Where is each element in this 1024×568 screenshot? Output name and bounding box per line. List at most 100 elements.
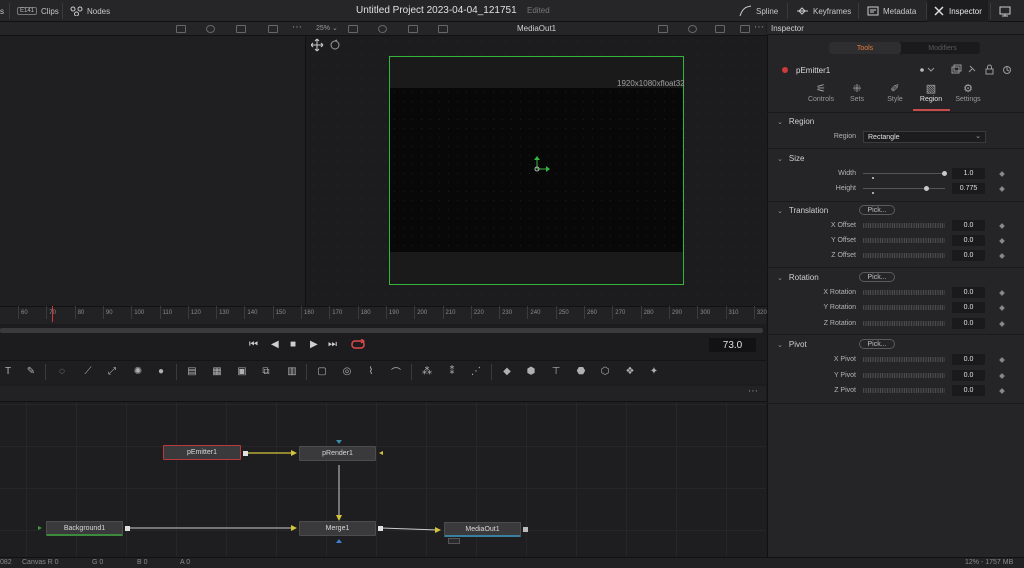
more-icon[interactable]: ⋯ — [748, 387, 759, 397]
shape-3d-icon[interactable]: ⬢ — [524, 365, 538, 377]
reset-icon[interactable] — [330, 39, 340, 50]
view-options-icon[interactable] — [348, 25, 358, 33]
merge-tool-icon[interactable]: ▤ — [185, 365, 199, 377]
lock-icon[interactable] — [985, 64, 994, 75]
fullscreen-button[interactable] — [999, 0, 1011, 22]
color-icon[interactable] — [378, 25, 387, 33]
skip-to-start-icon[interactable]: ⏮ — [249, 339, 258, 350]
z-rotation-value[interactable]: 0.0 — [952, 318, 985, 329]
inspector-button[interactable]: Inspector — [927, 0, 988, 22]
time-scrub-bar[interactable] — [0, 328, 763, 333]
subtab-controls[interactable]: ⚟ Controls — [801, 82, 841, 110]
nodes-button[interactable]: Nodes — [70, 0, 110, 22]
y-pivot-slider[interactable] — [863, 373, 945, 378]
loop-icon[interactable] — [350, 339, 366, 351]
grid-icon[interactable] — [715, 25, 725, 33]
zoom-dropdown[interactable]: 25% ⌄ — [316, 24, 338, 32]
width-slider-track[interactable] — [863, 173, 945, 174]
output-port[interactable] — [125, 526, 130, 531]
pkill-tool-icon[interactable]: ⋰ — [469, 365, 483, 377]
polygon-tool-icon[interactable]: ⟋ — [81, 365, 95, 377]
z-offset-value[interactable]: 0.0 — [952, 250, 985, 261]
region-dropdown[interactable]: Rectangle ⌄ — [863, 131, 986, 143]
view-options-icon[interactable] — [176, 25, 186, 33]
output-port[interactable] — [378, 526, 383, 531]
prender-tool-icon[interactable]: ⁑ — [445, 365, 459, 377]
spline-button[interactable]: Spline — [739, 0, 778, 22]
merge-3d-icon[interactable]: ⬣ — [574, 365, 588, 377]
node-background[interactable]: Background1 — [46, 521, 123, 536]
view-options-icon[interactable] — [658, 25, 668, 33]
reset-icon[interactable] — [1003, 66, 1011, 74]
timecode-display[interactable]: 73.0 — [709, 338, 756, 352]
renderer-3d-icon[interactable]: ❖ — [623, 365, 637, 377]
subtab-style[interactable]: ✐ Style — [875, 82, 915, 110]
color-icon[interactable] — [688, 25, 697, 33]
matte-control-icon[interactable]: ▣ — [235, 365, 249, 377]
subtab-sets[interactable]: ⁜ Sets — [837, 82, 877, 110]
ellipse-tool-icon[interactable]: ◎ — [340, 365, 354, 377]
metadata-button[interactable]: Metadata — [867, 0, 916, 22]
width-slider-knob[interactable] — [942, 171, 947, 176]
left-viewer[interactable] — [0, 36, 306, 306]
color-icon[interactable] — [206, 25, 215, 33]
z-pivot-value[interactable]: 0.0 — [952, 385, 985, 396]
camera-3d-icon[interactable]: ⬡ — [598, 365, 612, 377]
resize-tool-icon[interactable]: ⧉ — [259, 365, 273, 377]
section-translation-header[interactable]: ⌄ Translation — [777, 206, 828, 215]
spotlight-icon[interactable]: ✦ — [647, 365, 661, 377]
pemitter-tool-icon[interactable]: ⁂ — [420, 365, 434, 377]
text-tool-icon[interactable]: T — [1, 365, 15, 377]
path-tool-icon[interactable]: ⌒ — [389, 365, 403, 379]
copy-icon[interactable] — [951, 64, 962, 74]
clips-button[interactable]: E141 Clips — [17, 0, 59, 22]
roi-icon[interactable] — [268, 25, 278, 33]
section-pivot-header[interactable]: ⌄ Pivot — [777, 340, 807, 349]
bezier-tool-icon[interactable]: ⌇ — [364, 365, 378, 377]
node-pemitter[interactable]: pEmitter1 — [163, 445, 241, 460]
section-size-header[interactable]: ⌄ Size — [777, 154, 804, 163]
node-mediaout[interactable]: MediaOut1 — [444, 522, 521, 537]
pivot-pick-button[interactable]: Pick... — [859, 339, 895, 349]
drop-tool-icon[interactable]: ● — [154, 365, 168, 377]
subtab-region[interactable]: ▧ Region — [911, 82, 951, 110]
y-offset-value[interactable]: 0.0 — [952, 235, 985, 246]
z-rotation-slider[interactable] — [863, 321, 945, 326]
transform-gizmo-icon[interactable] — [528, 155, 554, 177]
more-icon[interactable]: ⋯ — [292, 23, 303, 33]
grid-icon[interactable] — [236, 25, 246, 33]
x-pivot-value[interactable]: 0.0 — [952, 354, 985, 365]
text-3d-icon[interactable]: ⊤ — [549, 365, 563, 377]
play-icon[interactable]: ▶ — [310, 339, 318, 350]
tab-tools[interactable]: Tools — [829, 42, 901, 54]
x-rotation-slider[interactable] — [863, 290, 945, 295]
z-pivot-slider[interactable] — [863, 388, 945, 393]
roi-icon[interactable] — [438, 25, 448, 33]
translation-pick-button[interactable]: Pick... — [859, 205, 895, 215]
section-region-header[interactable]: ⌄ Region — [777, 117, 814, 126]
step-back-icon[interactable]: ◀ — [271, 339, 279, 350]
playhead[interactable] — [52, 306, 53, 322]
height-slider-track[interactable] — [863, 188, 945, 189]
x-rotation-value[interactable]: 0.0 — [952, 287, 985, 298]
more-icon[interactable]: ⋯ — [754, 23, 765, 33]
move-icon[interactable] — [311, 38, 324, 52]
width-value[interactable]: 1.0 — [952, 168, 985, 179]
keyframes-button[interactable]: Keyframes — [796, 0, 851, 22]
paint-tool-icon[interactable]: ✎ — [24, 365, 38, 377]
section-rotation-header[interactable]: ⌄ Rotation — [777, 273, 819, 282]
height-value[interactable]: 0.775 — [952, 183, 985, 194]
node-merge[interactable]: Merge1 — [299, 521, 376, 536]
view-indicator[interactable] — [448, 538, 460, 544]
skip-to-end-icon[interactable]: ⏭ — [328, 339, 337, 350]
rotation-pick-button[interactable]: Pick... — [859, 272, 895, 282]
y-rotation-slider[interactable] — [863, 305, 945, 310]
node-color-dot[interactable] — [782, 67, 788, 73]
y-offset-slider[interactable] — [863, 238, 945, 243]
node-prender[interactable]: pRender1 — [299, 446, 376, 461]
z-offset-slider[interactable] — [863, 253, 945, 258]
x-offset-slider[interactable] — [863, 223, 945, 228]
y-rotation-value[interactable]: 0.0 — [952, 302, 985, 313]
version-dot-icon[interactable] — [920, 67, 935, 72]
channel-booleans-icon[interactable]: ▦ — [210, 365, 224, 377]
